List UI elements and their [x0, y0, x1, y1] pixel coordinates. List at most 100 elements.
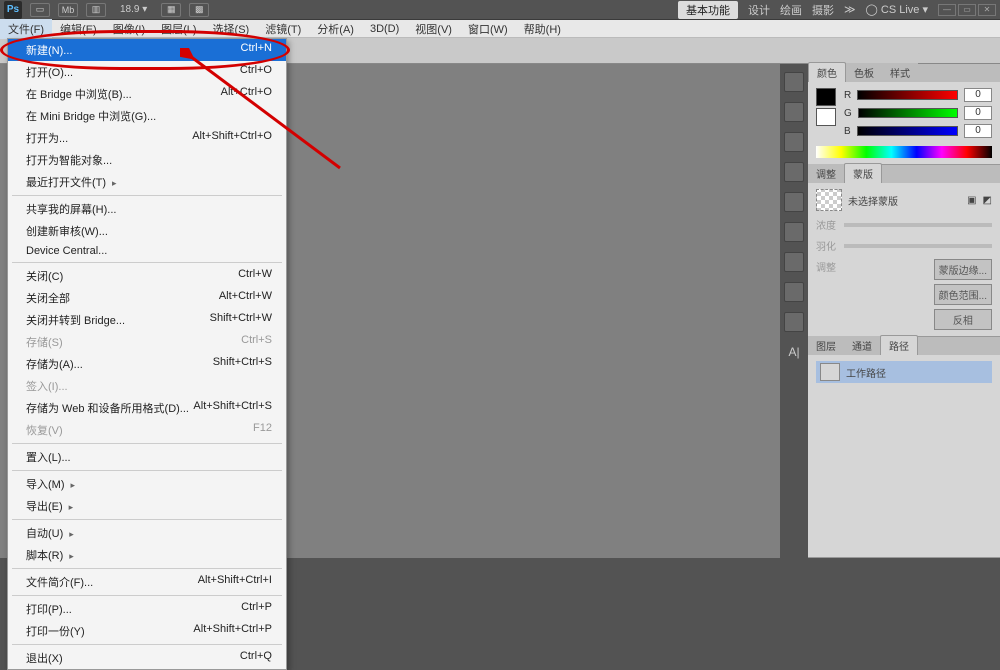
menu-file[interactable]: 文件(F) — [0, 19, 52, 39]
layout-icon-2[interactable]: Mb — [58, 3, 78, 17]
file-menu-item[interactable]: Device Central... — [8, 242, 286, 260]
file-menu-item: 恢复(V)F12 — [8, 419, 286, 441]
tab-swatches[interactable]: 色板 — [846, 63, 882, 82]
menu-edit[interactable]: 编辑(E) — [52, 19, 105, 39]
file-menu-item[interactable]: 打印(P)...Ctrl+P — [8, 598, 286, 620]
file-menu-item[interactable]: 在 Bridge 中浏览(B)...Alt+Ctrl+O — [8, 83, 286, 105]
tab-styles[interactable]: 样式 — [882, 63, 918, 82]
tab-paths[interactable]: 路径 — [880, 335, 918, 355]
clone-icon[interactable] — [784, 132, 804, 152]
file-menu-item[interactable]: 脚本(R) — [8, 544, 286, 566]
menu-item-shortcut: Alt+Ctrl+W — [219, 290, 272, 306]
file-menu-item[interactable]: 置入(L)... — [8, 446, 286, 468]
view-icon-1[interactable]: ▦ — [161, 3, 181, 17]
file-menu-item[interactable]: 存储为(A)...Shift+Ctrl+S — [8, 353, 286, 375]
menu-item-label: 导入(M) — [26, 476, 75, 492]
nav-icon[interactable] — [784, 252, 804, 272]
info-icon[interactable] — [784, 222, 804, 242]
layout-icon-3[interactable]: ▥ — [86, 3, 106, 17]
tab-masks[interactable]: 蒙版 — [844, 163, 882, 183]
file-menu-item[interactable]: 文件简介(F)...Alt+Shift+Ctrl+I — [8, 571, 286, 593]
file-menu-item[interactable]: 存储为 Web 和设备所用格式(D)...Alt+Shift+Ctrl+S — [8, 397, 286, 419]
value-g[interactable]: 0 — [964, 106, 992, 120]
menu-item-label: 存储为 Web 和设备所用格式(D)... — [26, 400, 189, 416]
menu-item-label: 关闭全部 — [26, 290, 70, 306]
pixel-mask-icon[interactable]: ▣ — [967, 195, 976, 206]
color-range-button[interactable]: 颜色范围... — [934, 284, 992, 305]
window-close-icon[interactable]: ✕ — [978, 4, 996, 16]
menu-view[interactable]: 视图(V) — [407, 19, 460, 39]
background-swatch[interactable] — [816, 108, 836, 126]
measure-icon[interactable] — [784, 282, 804, 302]
window-maximize-icon[interactable]: ▭ — [958, 4, 976, 16]
mask-thumb-icon[interactable] — [816, 189, 842, 211]
mask-edge-button[interactable]: 蒙版边缘... — [934, 259, 992, 280]
menu-help[interactable]: 帮助(H) — [516, 19, 569, 39]
path-thumb-icon — [820, 363, 840, 381]
menu-analysis[interactable]: 分析(A) — [309, 19, 362, 39]
file-menu-item[interactable]: 自动(U) — [8, 522, 286, 544]
file-menu-item[interactable]: 关闭(C)Ctrl+W — [8, 265, 286, 287]
tab-color[interactable]: 颜色 — [808, 62, 846, 82]
layout-icon-1[interactable]: ▭ — [30, 3, 50, 17]
file-menu-item[interactable]: 在 Mini Bridge 中浏览(G)... — [8, 105, 286, 127]
workspace-paint[interactable]: 绘画 — [780, 2, 802, 18]
invert-button[interactable]: 反相 — [934, 309, 992, 330]
menu-item-shortcut: Shift+Ctrl+S — [213, 356, 272, 372]
menu-item-shortcut: Alt+Shift+Ctrl+P — [193, 623, 272, 639]
workspace-basic-button[interactable]: 基本功能 — [678, 1, 738, 19]
slider-density[interactable] — [844, 223, 992, 227]
file-menu-item[interactable]: 关闭并转到 Bridge...Shift+Ctrl+W — [8, 309, 286, 331]
menu-item-shortcut: Ctrl+S — [241, 334, 272, 350]
file-menu-item[interactable]: 退出(X)Ctrl+Q — [8, 647, 286, 669]
menu-filter[interactable]: 滤镜(T) — [257, 19, 309, 39]
slider-b[interactable] — [857, 126, 958, 136]
workspace-photo[interactable]: 摄影 — [812, 2, 834, 18]
brush-icon[interactable] — [784, 102, 804, 122]
file-menu-item[interactable]: 共享我的屏幕(H)... — [8, 198, 286, 220]
tab-layers[interactable]: 图层 — [808, 336, 844, 355]
actions-icon[interactable] — [784, 312, 804, 332]
file-menu-item[interactable]: 导入(M) — [8, 473, 286, 495]
spectrum-ramp[interactable] — [816, 146, 992, 158]
app-logo-icon: Ps — [4, 1, 22, 19]
slider-g[interactable] — [858, 108, 958, 118]
slider-feather[interactable] — [844, 244, 992, 248]
menu-item-label: 导出(E) — [26, 498, 73, 514]
paragraph-icon[interactable] — [784, 162, 804, 182]
character-icon[interactable] — [784, 192, 804, 212]
file-menu-item[interactable]: 打开为智能对象... — [8, 149, 286, 171]
value-b[interactable]: 0 — [964, 124, 992, 138]
menu-select[interactable]: 选择(S) — [205, 19, 258, 39]
file-menu-item[interactable]: 创建新审核(W)... — [8, 220, 286, 242]
file-menu-item[interactable]: 关闭全部 Alt+Ctrl+W — [8, 287, 286, 309]
tab-adjustments[interactable]: 调整 — [808, 164, 844, 183]
file-menu-item[interactable]: 打开为...Alt+Shift+Ctrl+O — [8, 127, 286, 149]
workspace-design[interactable]: 设计 — [748, 2, 770, 18]
file-menu-item[interactable]: 打开(O)...Ctrl+O — [8, 61, 286, 83]
menu-3d[interactable]: 3D(D) — [362, 21, 407, 37]
menu-layer[interactable]: 图层(L) — [153, 19, 204, 39]
fgbg-swatches[interactable] — [816, 88, 836, 126]
view-icon-2[interactable]: ▩ — [189, 3, 209, 17]
tab-channels[interactable]: 通道 — [844, 336, 880, 355]
menu-window[interactable]: 窗口(W) — [460, 19, 516, 39]
file-menu-item[interactable]: 打印一份(Y)Alt+Shift+Ctrl+P — [8, 620, 286, 642]
file-menu-item[interactable]: 新建(N)...Ctrl+N — [8, 39, 286, 61]
zoom-level[interactable]: 18.9 ▾ — [120, 4, 147, 15]
file-menu-item[interactable]: 导出(E) — [8, 495, 286, 517]
cs-live-button[interactable]: ◯ CS Live ▾ — [866, 3, 928, 16]
slider-r[interactable] — [857, 90, 958, 100]
foreground-swatch[interactable] — [816, 88, 836, 106]
file-menu-item: 存储(S)Ctrl+S — [8, 331, 286, 353]
history-icon[interactable] — [784, 72, 804, 92]
file-menu-item[interactable]: 最近打开文件(T) — [8, 171, 286, 193]
workspace-more-icon[interactable]: ≫ — [844, 3, 856, 16]
menu-image[interactable]: 图像(I) — [105, 19, 153, 39]
window-minimize-icon[interactable]: — — [938, 4, 956, 16]
path-item[interactable]: 工作路径 — [816, 361, 992, 383]
value-r[interactable]: 0 — [964, 88, 992, 102]
text-icon[interactable]: A| — [784, 342, 804, 362]
color-panel: 颜色 色板 样式 R0 G0 B0 — [808, 64, 1000, 165]
vector-mask-icon[interactable]: ◩ — [983, 195, 992, 206]
